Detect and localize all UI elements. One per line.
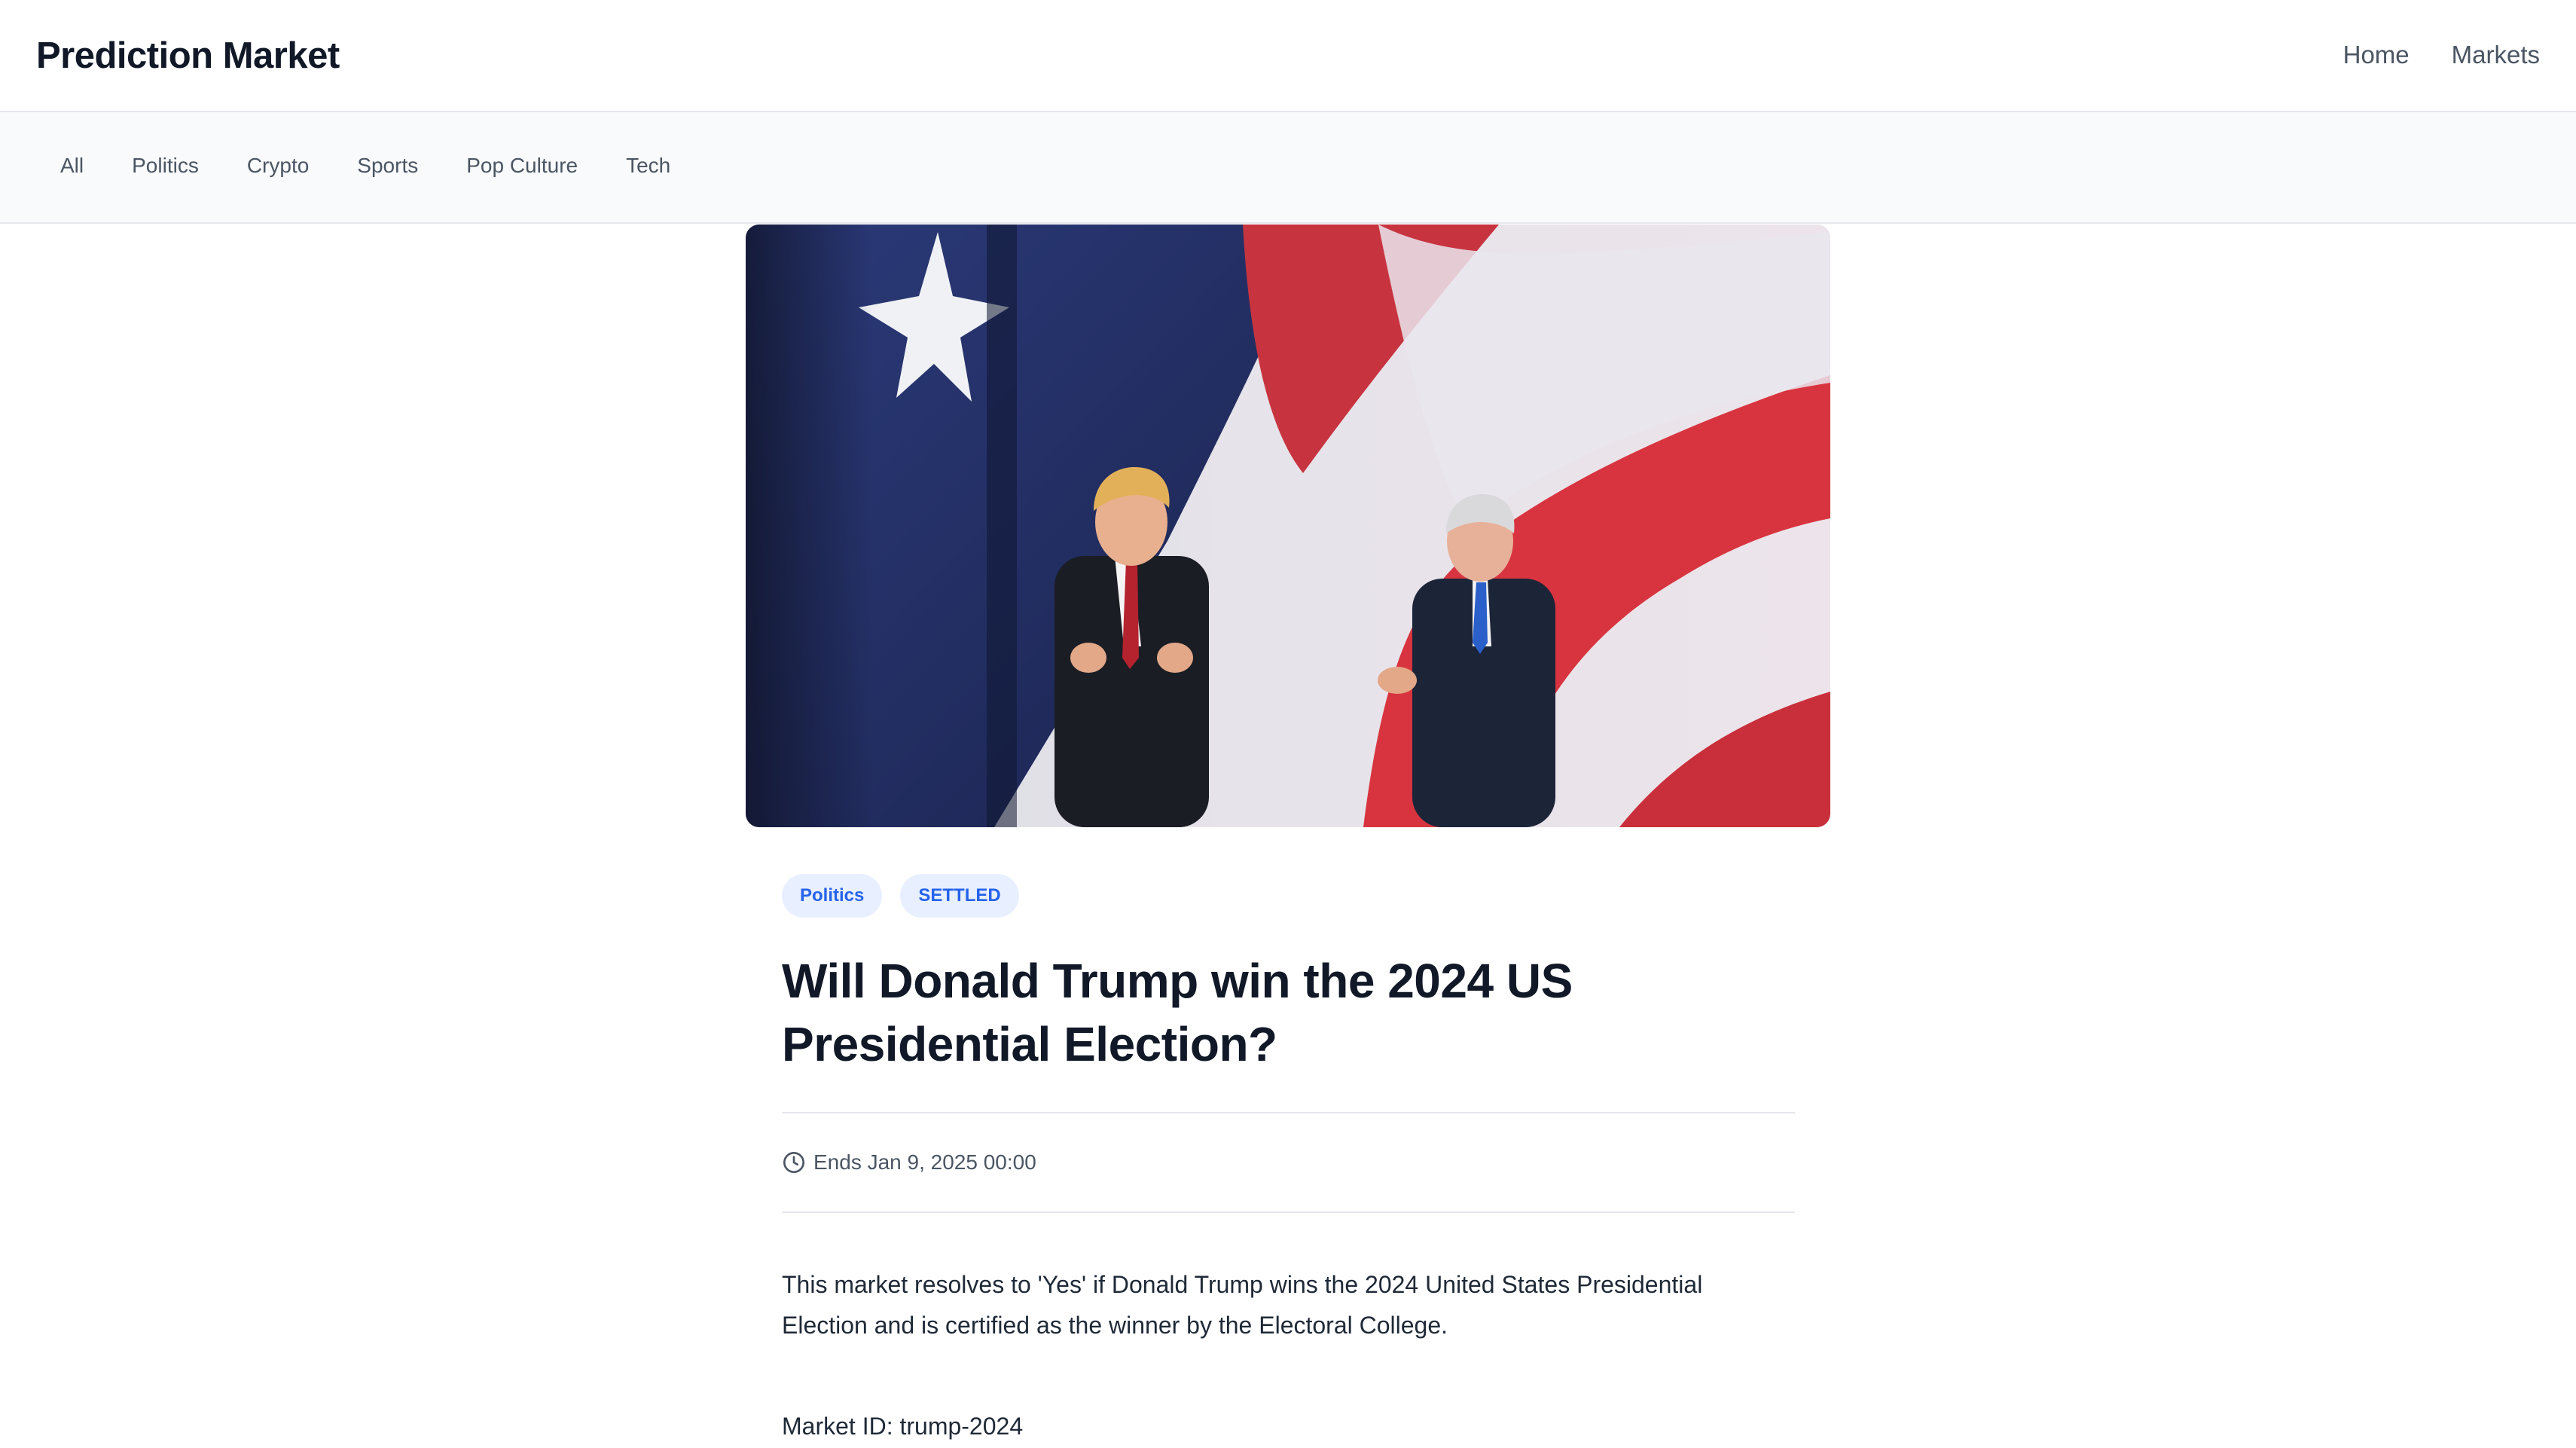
nav-markets-link[interactable]: Markets	[2452, 38, 2540, 72]
category-tab-sports[interactable]: Sports	[333, 147, 442, 185]
category-tab-tech[interactable]: Tech	[602, 147, 694, 185]
status-badge: SETTLED	[900, 874, 1019, 918]
divider	[782, 1211, 1795, 1213]
market-details: Politics SETTLED Will Donald Trump win t…	[782, 874, 1795, 1446]
market-end-date: Ends Jan 9, 2025 00:00	[782, 1113, 1795, 1211]
clock-icon	[783, 1152, 804, 1173]
top-header: Prediction Market Home Markets	[0, 0, 2576, 112]
top-nav: Home Markets	[2343, 38, 2540, 72]
category-badge: Politics	[782, 874, 883, 918]
nav-home-link[interactable]: Home	[2343, 38, 2410, 72]
market-badges: Politics SETTLED	[782, 874, 1795, 918]
market-title: Will Donald Trump win the 2024 US Presid…	[782, 954, 1573, 1071]
category-tab-crypto[interactable]: Crypto	[223, 147, 333, 185]
brand-logo-text[interactable]: Prediction Market	[36, 33, 340, 78]
category-tabs: All Politics Crypto Sports Pop Culture T…	[36, 147, 694, 185]
category-tab-politics[interactable]: Politics	[108, 147, 223, 185]
category-bar: All Politics Crypto Sports Pop Culture T…	[0, 112, 2576, 224]
category-tab-all[interactable]: All	[36, 147, 108, 185]
market-hero-image	[746, 225, 1830, 827]
category-tab-pop-culture[interactable]: Pop Culture	[442, 147, 602, 185]
end-date-text: Ends Jan 9, 2025 00:00	[813, 1150, 1036, 1174]
market-description: This market resolves to 'Yes' if Donald …	[782, 1271, 1703, 1339]
market-id: Market ID: trump-2024	[782, 1413, 1024, 1440]
